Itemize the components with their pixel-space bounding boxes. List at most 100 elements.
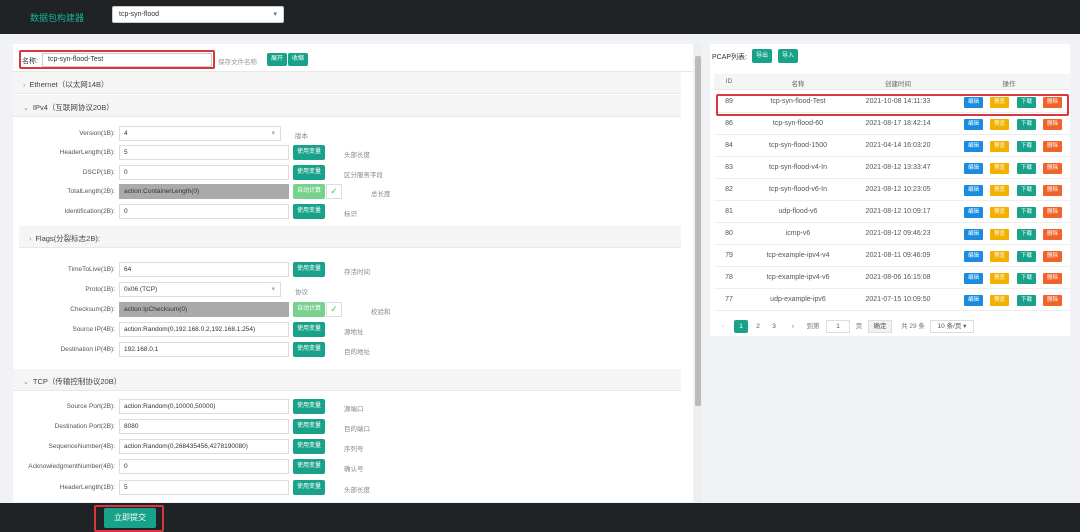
download-button[interactable]: 下载 <box>1017 163 1036 174</box>
delete-button[interactable]: 删除 <box>1043 251 1062 262</box>
delete-button[interactable]: 删除 <box>1043 229 1062 240</box>
check-icon[interactable]: ✓ <box>326 184 342 199</box>
download-button[interactable]: 下载 <box>1017 97 1036 108</box>
dscp-input[interactable]: 0 <box>119 165 289 180</box>
auto-calc-button[interactable]: 自动计算 <box>293 302 325 317</box>
delete-button[interactable]: 删除 <box>1043 141 1062 152</box>
download-button[interactable]: 下载 <box>1017 251 1036 262</box>
row-id: 81 <box>725 208 733 215</box>
edit-button[interactable]: 编辑 <box>964 97 983 108</box>
section-flags-title: Flags(分裂标志2B): <box>35 234 100 243</box>
download-button[interactable]: 下载 <box>1017 295 1036 306</box>
download-button[interactable]: 下载 <box>1017 141 1036 152</box>
section-ipv4[interactable]: ⌄ IPv4（互联网协议20B） <box>13 95 681 117</box>
export-button[interactable]: 导出 <box>752 49 773 63</box>
preview-button[interactable]: 预览 <box>990 207 1009 218</box>
field-row-headerlength: HeaderLength(1B): 5 使用变量 头部长度 <box>13 145 681 161</box>
use-variable-button[interactable]: 使用变量 <box>293 145 325 160</box>
totallength-input[interactable]: action:ContainerLength(0) <box>119 184 289 199</box>
use-variable-button[interactable]: 使用变量 <box>293 165 325 180</box>
page-button-2[interactable]: 2 <box>752 320 764 333</box>
edit-button[interactable]: 编辑 <box>964 119 983 130</box>
preview-button[interactable]: 预览 <box>990 273 1009 284</box>
download-button[interactable]: 下载 <box>1017 119 1036 130</box>
ack-number-input[interactable]: 0 <box>119 459 289 474</box>
use-variable-button[interactable]: 使用变量 <box>293 399 325 414</box>
version-select[interactable]: 4 ▾ <box>119 126 281 141</box>
scroll-thumb[interactable] <box>695 56 701 406</box>
ttl-input[interactable]: 64 <box>119 262 289 277</box>
preview-button[interactable]: 预览 <box>990 141 1009 152</box>
row-name: tcp-syn-flood-60 <box>772 120 824 127</box>
preview-button[interactable]: 预览 <box>990 229 1009 240</box>
edit-button[interactable]: 编辑 <box>964 295 983 306</box>
form-scrollbar[interactable] <box>694 44 702 502</box>
destination-ip-input[interactable]: 192.168.0.1 <box>119 342 289 357</box>
source-port-input[interactable]: action:Random(0,10000,50000) <box>119 399 289 414</box>
section-tcp[interactable]: ⌄ TCP（传输控制协议20B） <box>13 369 681 391</box>
identification-input[interactable]: 0 <box>119 204 289 219</box>
delete-button[interactable]: 删除 <box>1043 185 1062 196</box>
auto-calc-button[interactable]: 自动计算 <box>293 184 325 199</box>
use-variable-button[interactable]: 使用变量 <box>293 459 325 474</box>
edit-button[interactable]: 编辑 <box>964 163 983 174</box>
tcp-headerlength-input[interactable]: 5 <box>119 480 289 495</box>
proto-select[interactable]: 0x06 (TCP) ▾ <box>119 282 281 297</box>
collapse-button[interactable]: 收缩 <box>288 53 309 66</box>
download-button[interactable]: 下载 <box>1017 229 1036 240</box>
section-ethernet[interactable]: › Ethernet（以太网14B） <box>13 72 681 94</box>
preview-button[interactable]: 预览 <box>990 185 1009 196</box>
page-button-1[interactable]: 1 <box>734 320 748 333</box>
use-variable-button[interactable]: 使用变量 <box>293 322 325 337</box>
section-flags[interactable]: › Flags(分裂标志2B): <box>19 226 681 248</box>
page-button-3[interactable]: 3 <box>768 320 780 333</box>
use-variable-button[interactable]: 使用变量 <box>293 419 325 434</box>
confirm-button[interactable]: 确定 <box>868 320 892 333</box>
column-header: 创建时间 <box>885 81 911 88</box>
use-variable-button[interactable]: 使用变量 <box>293 262 325 277</box>
field-row-identification: Identification(2B): 0 使用变量 标识 <box>13 204 681 220</box>
row-created-time: 2021-08-12 10:23:05 <box>865 186 931 193</box>
expand-button[interactable]: 展开 <box>267 53 288 66</box>
delete-button[interactable]: 删除 <box>1043 273 1062 284</box>
delete-button[interactable]: 删除 <box>1043 97 1062 108</box>
delete-button[interactable]: 删除 <box>1043 207 1062 218</box>
sequence-number-input[interactable]: action:Random(0,268435456,4278190080) <box>119 439 289 454</box>
delete-button[interactable]: 删除 <box>1043 295 1062 306</box>
use-variable-button[interactable]: 使用变量 <box>293 342 325 357</box>
preview-button[interactable]: 预览 <box>990 251 1009 262</box>
edit-button[interactable]: 编辑 <box>964 229 983 240</box>
page-size-select[interactable]: 10 条/页 ▾ <box>930 320 974 333</box>
import-button[interactable]: 导入 <box>778 49 799 63</box>
download-button[interactable]: 下载 <box>1017 273 1036 284</box>
destination-port-input[interactable]: 8080 <box>119 419 289 434</box>
use-variable-button[interactable]: 使用变量 <box>293 204 325 219</box>
checksum-input[interactable]: action:IpChecksum(0) <box>119 302 289 317</box>
prev-page-button[interactable]: ‹ <box>718 320 728 333</box>
preview-button[interactable]: 预览 <box>990 163 1009 174</box>
delete-button[interactable]: 删除 <box>1043 119 1062 130</box>
goto-page-input[interactable]: 1 <box>826 320 850 333</box>
edit-button[interactable]: 编辑 <box>964 185 983 196</box>
check-icon[interactable]: ✓ <box>326 302 342 317</box>
use-variable-button[interactable]: 使用变量 <box>293 480 325 495</box>
submit-button[interactable]: 立即提交 <box>104 508 156 528</box>
row-name: udp-flood-v6 <box>778 208 818 215</box>
edit-button[interactable]: 编辑 <box>964 273 983 284</box>
download-button[interactable]: 下载 <box>1017 185 1036 196</box>
edit-button[interactable]: 编辑 <box>964 141 983 152</box>
preview-button[interactable]: 预览 <box>990 295 1009 306</box>
download-button[interactable]: 下载 <box>1017 207 1036 218</box>
preview-button[interactable]: 预览 <box>990 97 1009 108</box>
name-input[interactable]: tcp-syn-flood-Test <box>42 53 212 67</box>
edit-button[interactable]: 编辑 <box>964 207 983 218</box>
next-page-button[interactable]: › <box>788 320 798 333</box>
goto-label: 到第 <box>806 323 820 330</box>
source-ip-input[interactable]: action:Random(0,192.168.0.2,192.168.1.25… <box>119 322 289 337</box>
delete-button[interactable]: 删除 <box>1043 163 1062 174</box>
preview-button[interactable]: 预览 <box>990 119 1009 130</box>
headerlength-input[interactable]: 5 <box>119 145 289 160</box>
use-variable-button[interactable]: 使用变量 <box>293 439 325 454</box>
edit-button[interactable]: 编辑 <box>964 251 983 262</box>
packet-template-select[interactable]: tcp-syn-flood ▾ <box>112 6 284 23</box>
